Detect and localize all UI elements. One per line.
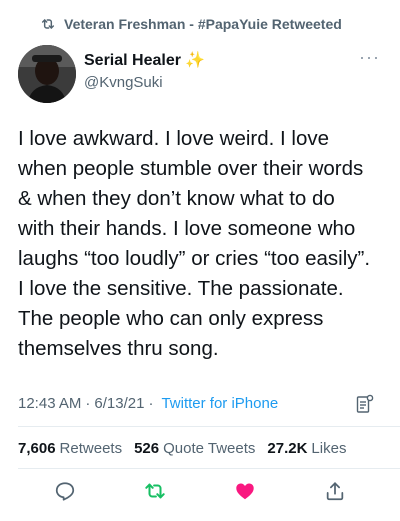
- reply-button[interactable]: [52, 478, 78, 504]
- retweet-banner[interactable]: Veteran Freshman - #PapaYuie Retweeted: [40, 14, 342, 34]
- tweet-stats: 7,606 Retweets 526 Quote Tweets 27.2K Li…: [18, 438, 352, 458]
- quotes-label: Quote Tweets: [163, 439, 256, 457]
- tweet-text: I love awkward. I love weird. I love whe…: [18, 127, 371, 360]
- retweet-button[interactable]: [142, 478, 168, 504]
- share-button[interactable]: [322, 478, 348, 504]
- likes-label: Likes: [311, 439, 347, 457]
- likes-stat[interactable]: 27.2K Likes: [267, 440, 346, 457]
- quotes-count: 526: [134, 439, 160, 457]
- reply-icon: [55, 482, 75, 501]
- retweet-icon: [145, 483, 165, 499]
- divider: [18, 468, 400, 469]
- tweet-source-link[interactable]: Twitter for iPhone: [161, 395, 278, 412]
- retweet-banner-text: Veteran Freshman - #PapaYuie Retweeted: [64, 16, 342, 32]
- tweet-actions: [0, 478, 400, 504]
- likes-count: 27.2K: [267, 439, 308, 457]
- analytics-icon[interactable]: [356, 394, 374, 414]
- more-options-icon[interactable]: ···: [359, 48, 380, 66]
- divider: [18, 426, 400, 427]
- quotes-stat[interactable]: 526 Quote Tweets: [134, 440, 255, 457]
- sparkles-icon: ✨: [184, 52, 205, 69]
- retweets-stat[interactable]: 7,606 Retweets: [18, 440, 122, 457]
- retweets-label: Retweets: [59, 439, 123, 457]
- share-icon: [326, 482, 344, 501]
- author-handle[interactable]: @KvngSuki: [84, 73, 205, 93]
- tweet-time[interactable]: 12:43 AM: [18, 395, 81, 412]
- meta-separator: ·: [85, 394, 91, 412]
- tweet-meta: 12:43 AM · 6/13/21 · Twitter for iPhone: [18, 392, 382, 414]
- tweet-author: Serial Healer ✨ @KvngSuki ···: [18, 45, 382, 107]
- tweet-date[interactable]: 6/13/21: [94, 395, 144, 412]
- heart-icon: [236, 483, 254, 500]
- retweet-icon: [41, 19, 55, 29]
- like-button[interactable]: [232, 478, 258, 504]
- user-avatar[interactable]: [18, 45, 76, 103]
- meta-separator: ·: [148, 394, 154, 412]
- author-display-name[interactable]: Serial Healer: [84, 51, 181, 71]
- retweets-count: 7,606: [18, 439, 56, 457]
